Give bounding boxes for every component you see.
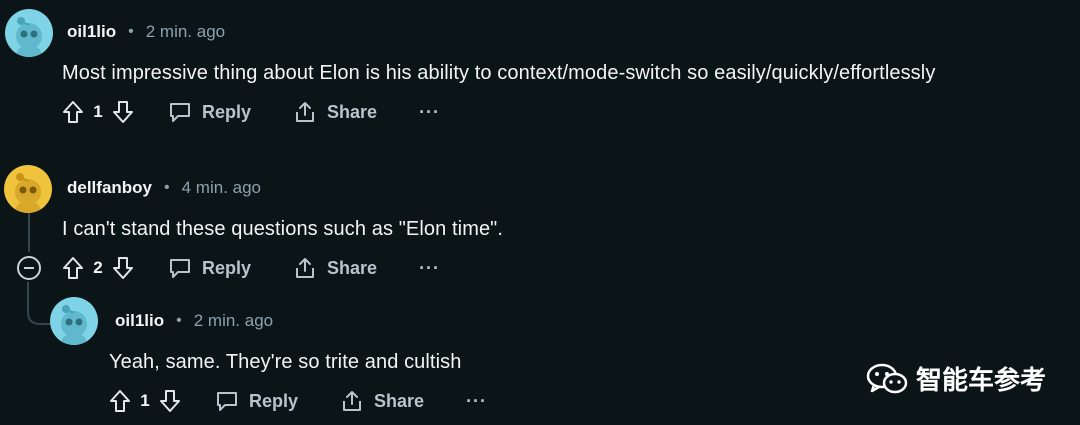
thread-line[interactable] bbox=[28, 212, 30, 252]
downvote-icon[interactable] bbox=[159, 389, 181, 413]
vote-count: 2 bbox=[93, 258, 103, 277]
username[interactable]: oil1lio bbox=[67, 22, 116, 42]
downvote-icon[interactable] bbox=[112, 256, 134, 280]
reply-button[interactable]: Reply bbox=[168, 257, 251, 279]
more-options-button[interactable]: ··· bbox=[419, 258, 440, 279]
meta-separator: • bbox=[164, 179, 170, 196]
username[interactable]: oil1lio bbox=[115, 311, 164, 331]
share-icon bbox=[340, 389, 364, 413]
share-label: Share bbox=[327, 101, 378, 122]
reply-label: Reply bbox=[249, 390, 299, 411]
share-button[interactable]: Share bbox=[293, 256, 377, 280]
downvote-icon[interactable] bbox=[112, 100, 134, 124]
reply-label: Reply bbox=[202, 101, 252, 122]
reply-button[interactable]: Reply bbox=[215, 390, 298, 412]
comment-bubble-icon bbox=[168, 257, 192, 279]
wechat-icon bbox=[866, 362, 908, 396]
vote-group: 2 bbox=[62, 256, 134, 280]
collapse-thread-button[interactable] bbox=[17, 256, 41, 280]
share-label: Share bbox=[327, 257, 378, 278]
meta-separator: • bbox=[128, 23, 134, 40]
vote-group: 1 bbox=[62, 100, 134, 124]
share-button[interactable]: Share bbox=[340, 389, 424, 413]
comment-actions: 2 Reply Share ··· bbox=[62, 251, 440, 285]
comment-meta: oil1lio • 2 min. ago bbox=[115, 311, 273, 331]
comment-meta: dellfanboy • 4 min. ago bbox=[67, 178, 261, 198]
upvote-icon[interactable] bbox=[109, 389, 131, 413]
meta-separator: • bbox=[176, 312, 182, 329]
comment-actions: 1 Reply Share ··· bbox=[62, 95, 440, 129]
timestamp[interactable]: 4 min. ago bbox=[182, 178, 261, 198]
reply-label: Reply bbox=[202, 257, 252, 278]
avatar[interactable] bbox=[50, 297, 98, 345]
comment-bubble-icon bbox=[215, 390, 239, 412]
comment-meta: oil1lio • 2 min. ago bbox=[67, 22, 225, 42]
avatar[interactable] bbox=[5, 9, 53, 57]
avatar[interactable] bbox=[4, 165, 52, 213]
more-options-button[interactable]: ··· bbox=[466, 391, 487, 412]
vote-group: 1 bbox=[109, 389, 181, 413]
comment-actions: 1 Reply Share ··· bbox=[109, 384, 487, 418]
timestamp[interactable]: 2 min. ago bbox=[194, 311, 273, 331]
reply-button[interactable]: Reply bbox=[168, 101, 251, 123]
comment-body: Yeah, same. They're so trite and cultish bbox=[109, 351, 462, 373]
vote-count: 1 bbox=[93, 102, 103, 121]
username[interactable]: dellfanboy bbox=[67, 178, 152, 198]
upvote-icon[interactable] bbox=[62, 256, 84, 280]
share-icon bbox=[293, 100, 317, 124]
more-options-button[interactable]: ··· bbox=[419, 102, 440, 123]
snoo-avatar-icon bbox=[16, 17, 42, 57]
timestamp[interactable]: 2 min. ago bbox=[146, 22, 225, 42]
watermark: 智能车参考 bbox=[866, 360, 1046, 397]
share-icon bbox=[293, 256, 317, 280]
comment-bubble-icon bbox=[168, 101, 192, 123]
upvote-icon[interactable] bbox=[62, 100, 84, 124]
comment-body: I can't stand these questions such as "E… bbox=[62, 218, 504, 240]
comment-body: Most impressive thing about Elon is his … bbox=[62, 62, 936, 84]
vote-count: 1 bbox=[140, 391, 150, 410]
share-button[interactable]: Share bbox=[293, 100, 377, 124]
snoo-avatar-icon bbox=[61, 305, 87, 345]
minus-icon bbox=[24, 267, 34, 269]
snoo-avatar-icon bbox=[15, 173, 41, 213]
share-label: Share bbox=[374, 390, 425, 411]
watermark-text: 智能车参考 bbox=[916, 365, 1047, 395]
